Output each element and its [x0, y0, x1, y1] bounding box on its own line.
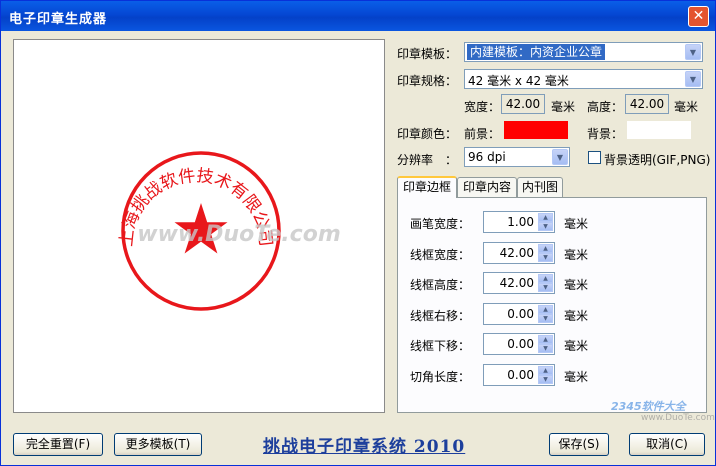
frame-width-unit: 毫米 — [564, 248, 589, 262]
corner-cut-unit: 毫米 — [564, 370, 589, 384]
watermark-logo: 2345软件大全 — [611, 400, 686, 413]
height-unit: 毫米 — [674, 100, 699, 114]
title-bar[interactable]: 电子印章生成器 ✕ — [1, 1, 715, 31]
main-window: 电子印章生成器 ✕ 上海挑战软件技术有限公司 www.DuoTe.com 印章模… — [0, 0, 716, 466]
spin-down-icon[interactable]: ▼ — [538, 314, 553, 323]
width-unit: 毫米 — [551, 100, 576, 114]
frame-right-offset-label: 线框右移： — [410, 309, 471, 323]
corner-cut-spinner[interactable]: 0.00 ▲ ▼ — [483, 364, 555, 386]
pen-width-value: 1.00 — [507, 215, 534, 229]
frame-down-offset-spinner[interactable]: 0.00 ▲ ▼ — [483, 333, 555, 355]
app-name: 挑战电子印章系统 2010 — [263, 437, 466, 457]
preview-watermark: www.DuoTe.com — [137, 222, 341, 247]
color-label: 印章颜色： — [397, 127, 458, 141]
size-label: 印章规格： — [397, 74, 458, 88]
template-select[interactable]: 内建模板：内资企业公章 ▼ — [464, 42, 703, 62]
spin-down-icon[interactable]: ▼ — [538, 375, 553, 384]
pen-width-spinner[interactable]: 1.00 ▲ ▼ — [483, 211, 555, 233]
stamp-preview: 上海挑战软件技术有限公司 www.DuoTe.com — [13, 39, 385, 413]
size-select[interactable]: 42 毫米 x 42 毫米 ▼ — [464, 69, 703, 89]
chevron-down-icon[interactable]: ▼ — [685, 71, 701, 87]
transparent-checkbox[interactable] — [588, 151, 601, 164]
pen-width-label: 画笔宽度： — [410, 217, 471, 231]
spin-up-icon[interactable]: ▲ — [538, 335, 553, 344]
more-templates-button[interactable]: 更多模板(T) — [114, 433, 202, 456]
resolution-select[interactable]: 96 dpi ▼ — [464, 147, 570, 167]
spin-up-icon[interactable]: ▲ — [538, 366, 553, 375]
frame-width-label: 线框宽度： — [410, 248, 471, 262]
frame-down-offset-label: 线框下移： — [410, 339, 471, 353]
frame-right-offset-unit: 毫米 — [564, 309, 589, 323]
size-value: 42 毫米 x 42 毫米 — [468, 74, 569, 88]
frame-right-offset-value: 0.00 — [507, 307, 534, 321]
chevron-down-icon[interactable]: ▼ — [552, 149, 568, 165]
save-button[interactable]: 保存(S) — [549, 433, 609, 456]
background-label: 背景： — [587, 127, 624, 141]
corner-cut-label: 切角长度： — [410, 370, 471, 384]
close-button[interactable]: ✕ — [688, 6, 709, 27]
frame-height-label: 线框高度： — [410, 278, 471, 292]
frame-down-offset-unit: 毫米 — [564, 339, 589, 353]
resolution-colon: ： — [445, 153, 458, 167]
frame-right-offset-spinner[interactable]: 0.00 ▲ ▼ — [483, 303, 555, 325]
width-field[interactable]: 42.00 — [501, 94, 545, 114]
tab-content[interactable]: 印章内容 — [457, 177, 517, 197]
resolution-label: 分辨率 — [397, 153, 434, 167]
template-label: 印章模板： — [397, 47, 458, 61]
foreground-label: 前景： — [464, 127, 501, 141]
spin-up-icon[interactable]: ▲ — [538, 213, 553, 222]
transparent-label[interactable]: 背景透明(GIF,PNG) — [604, 151, 710, 168]
reset-button[interactable]: 完全重置(F) — [13, 433, 103, 456]
spin-up-icon[interactable]: ▲ — [538, 244, 553, 253]
width-label: 宽度： — [464, 100, 501, 114]
resolution-value: 96 dpi — [468, 150, 506, 164]
frame-width-value: 42.00 — [499, 246, 534, 260]
spin-up-icon[interactable]: ▲ — [538, 305, 553, 314]
window-title: 电子印章生成器 — [9, 12, 108, 27]
spin-down-icon[interactable]: ▼ — [538, 222, 553, 231]
frame-down-offset-value: 0.00 — [507, 337, 534, 351]
stamp-canvas: 上海挑战软件技术有限公司 www.DuoTe.com — [117, 151, 341, 311]
spin-down-icon[interactable]: ▼ — [538, 283, 553, 292]
tab-inner-image[interactable]: 内刊图 — [517, 177, 563, 197]
frame-height-unit: 毫米 — [564, 278, 589, 292]
frame-width-spinner[interactable]: 42.00 ▲ ▼ — [483, 242, 555, 264]
foreground-color-swatch[interactable] — [504, 121, 568, 139]
tab-panel-border: 画笔宽度： 1.00 ▲ ▼ 毫米 线框宽度： 42.00 ▲ ▼ 毫米 线框高度：… — [397, 197, 707, 413]
corner-cut-value: 0.00 — [507, 368, 534, 382]
height-label: 高度： — [587, 100, 624, 114]
height-field[interactable]: 42.00 — [625, 94, 669, 114]
pen-width-unit: 毫米 — [564, 217, 589, 231]
background-color-swatch[interactable] — [627, 121, 691, 139]
spin-down-icon[interactable]: ▼ — [538, 253, 553, 262]
watermark-site: www.DuoTe.com — [641, 413, 715, 423]
spin-up-icon[interactable]: ▲ — [538, 274, 553, 283]
cancel-button[interactable]: 取消(C) — [629, 433, 705, 456]
template-value: 内建模板：内资企业公章 — [467, 44, 606, 60]
chevron-down-icon[interactable]: ▼ — [685, 44, 701, 60]
frame-height-value: 42.00 — [499, 276, 534, 290]
frame-height-spinner[interactable]: 42.00 ▲ ▼ — [483, 272, 555, 294]
spin-down-icon[interactable]: ▼ — [538, 344, 553, 353]
settings-tabs: 印章边框 印章内容 内刊图 画笔宽度： 1.00 ▲ ▼ 毫米 线框宽度： 42.… — [397, 176, 707, 413]
tab-border[interactable]: 印章边框 — [397, 176, 457, 198]
